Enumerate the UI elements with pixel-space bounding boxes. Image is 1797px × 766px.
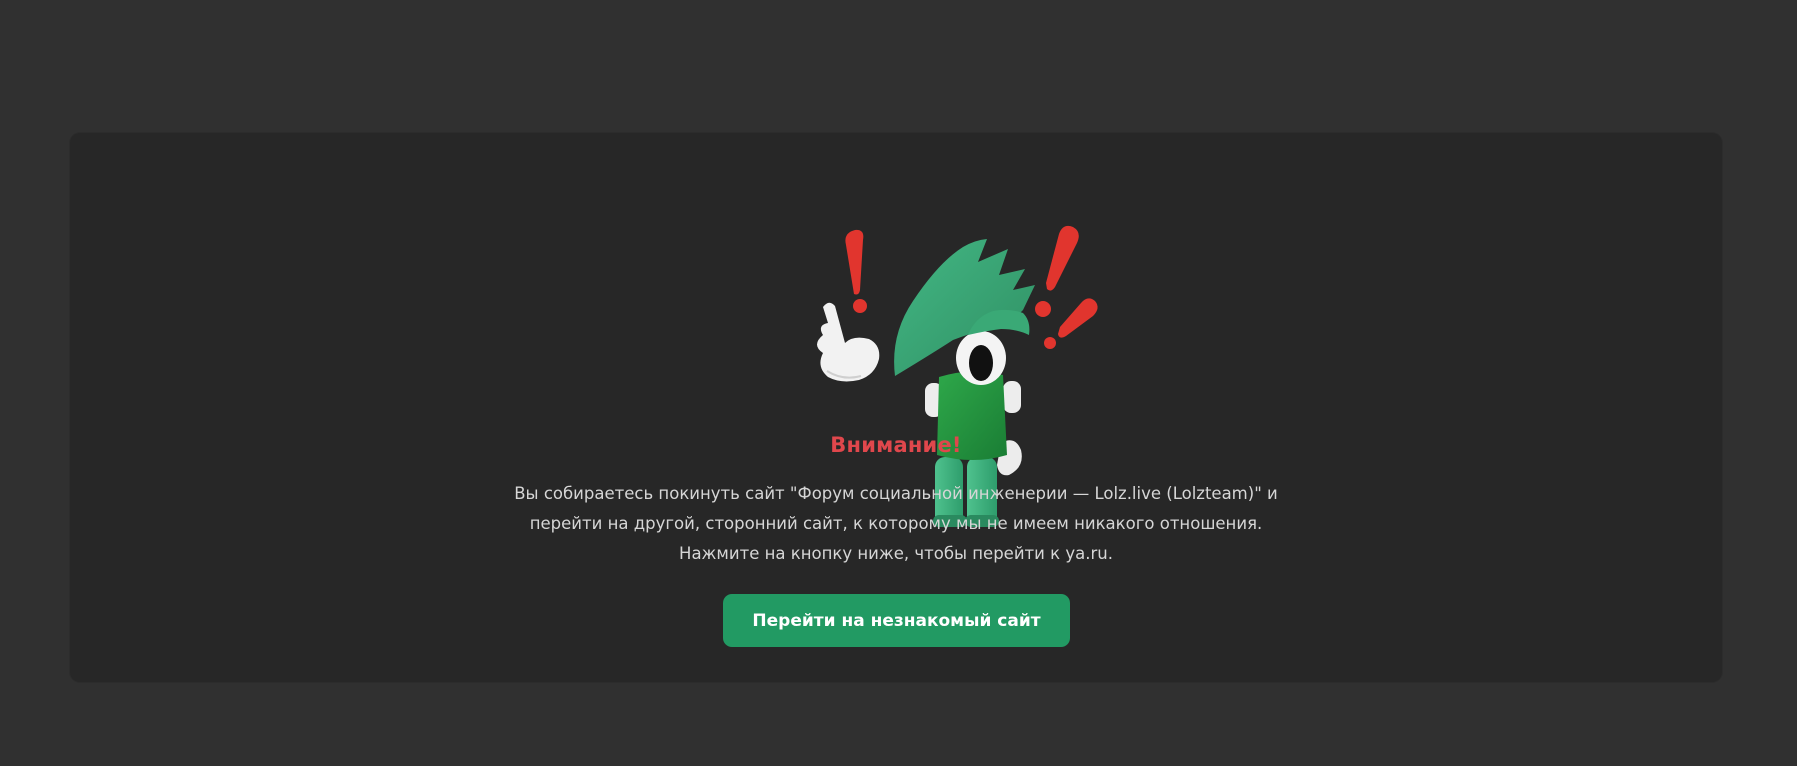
- mascot-face: [956, 331, 1006, 385]
- warning-title: Внимание!: [830, 433, 962, 457]
- pointing-hand-icon: [817, 302, 880, 382]
- warning-message-line: Нажмите на кнопку ниже, чтобы перейти к …: [679, 544, 1113, 563]
- go-to-site-button[interactable]: Перейти на незнакомый сайт: [723, 594, 1070, 647]
- exclamation-mark-icon: [1035, 225, 1098, 349]
- warning-message: Вы собираетесь покинуть сайт "Форум соци…: [70, 479, 1722, 569]
- warning-message-line: Вы собираетесь покинуть сайт "Форум соци…: [514, 484, 1278, 503]
- warning-message-line: перейти на другой, сторонний сайт, к кот…: [529, 514, 1263, 533]
- warning-card: Внимание! Вы собираетесь покинуть сайт "…: [70, 133, 1722, 682]
- page: Внимание! Вы собираетесь покинуть сайт "…: [0, 0, 1797, 766]
- mascot-arm: [1003, 381, 1021, 413]
- exclamation-mark-icon: [845, 229, 867, 313]
